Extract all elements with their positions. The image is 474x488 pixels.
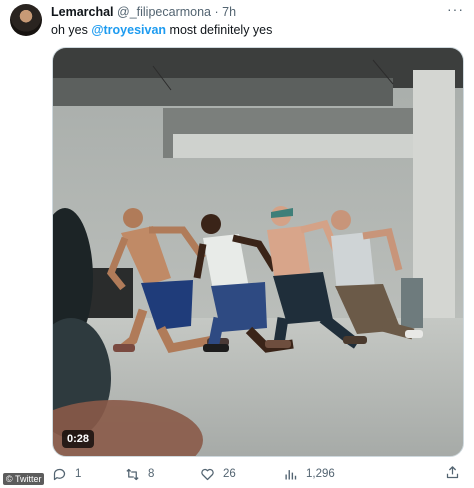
like-count: 26 (223, 468, 236, 480)
tweet-header: Lemarchal @_filipecarmona · 7h (51, 5, 444, 21)
reply-button[interactable]: 1 (52, 465, 81, 483)
user-handle[interactable]: @_filipecarmona (117, 5, 211, 19)
views-button[interactable]: 1,296 (283, 465, 335, 483)
text-prefix: oh yes (51, 23, 88, 37)
tweet-text: oh yes @troyesivan most definitely yes (51, 23, 272, 37)
like-button[interactable]: 26 (200, 465, 236, 483)
video-player[interactable]: 0:28 (52, 47, 464, 457)
action-bar: 1 8 26 1,296 (52, 465, 464, 483)
more-options-icon[interactable]: ··· (447, 2, 464, 16)
watermark-credit: © Twitter (3, 473, 45, 485)
repost-button[interactable]: 8 (125, 465, 154, 483)
avatar[interactable] (10, 4, 42, 36)
text-suffix: most definitely yes (169, 23, 273, 37)
repost-count: 8 (148, 468, 155, 480)
display-name[interactable]: Lemarchal (51, 5, 114, 19)
timestamp[interactable]: 7h (222, 5, 236, 19)
heart-icon (201, 468, 214, 480)
reply-count: 1 (75, 468, 82, 480)
share-button[interactable] (445, 465, 460, 485)
separator-dot: · (214, 5, 219, 19)
mention-link[interactable]: @troyesivan (91, 23, 166, 37)
repost-icon (126, 468, 139, 480)
views-chart-icon (285, 469, 297, 479)
reply-icon (53, 468, 66, 480)
video-frame (53, 48, 463, 456)
view-count: 1,296 (306, 468, 335, 480)
video-duration: 0:28 (62, 430, 95, 448)
share-icon (446, 466, 459, 479)
